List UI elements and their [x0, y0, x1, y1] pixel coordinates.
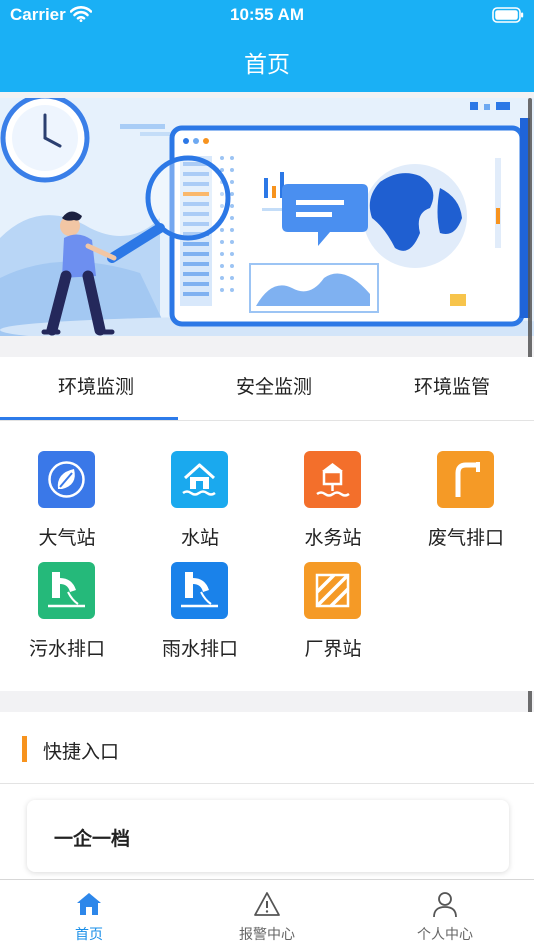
status-bar: Carrier 10:55 AM	[0, 0, 534, 30]
station-label: 厂界站	[304, 638, 362, 660]
person-icon	[433, 892, 457, 918]
tabbar-home[interactable]: 首页	[0, 880, 178, 950]
section-accent-bar	[22, 736, 27, 762]
station-label: 水站	[180, 527, 219, 549]
quick-entry-section: 快捷入口 一企一档	[0, 712, 534, 880]
battery-icon	[492, 7, 524, 23]
station-label: 废气排口	[427, 527, 504, 549]
water-house-icon	[171, 451, 228, 508]
station-label: 水务站	[304, 527, 362, 549]
leaf-icon	[38, 451, 95, 508]
station-boundary[interactable]: 厂界站	[266, 562, 400, 662]
station-exhaust-outlet[interactable]: 废气排口	[399, 451, 533, 551]
tab-environment-monitoring[interactable]: 环境监测	[7, 357, 185, 417]
tabbar-personal-center[interactable]: 个人中心	[356, 880, 534, 950]
water-affairs-icon	[304, 451, 361, 508]
app-header: Carrier 10:55 AM 首页	[0, 0, 534, 92]
banner-illustration	[0, 98, 534, 336]
station-water[interactable]: 水站	[133, 451, 267, 551]
tabbar-label: 个人中心	[417, 927, 473, 943]
bottom-tab-bar: 首页 报警中心 个人中心	[0, 879, 534, 950]
section-title: 快捷入口	[43, 741, 120, 763]
section-divider	[0, 783, 534, 784]
home-icon	[77, 893, 101, 915]
tab-environment-supervision[interactable]: 环境监管	[363, 357, 534, 417]
monitoring-illustration	[0, 98, 534, 336]
quick-entry-card[interactable]: 一企一档	[27, 800, 509, 872]
tabbar-label: 报警中心	[239, 927, 295, 943]
card-title: 一企一档	[54, 828, 131, 850]
tabbar-label: 首页	[75, 927, 103, 943]
tabbar-alarm-center[interactable]: 报警中心	[178, 880, 356, 950]
status-time: 10:55 AM	[229, 5, 304, 24]
exhaust-pipe-icon	[437, 451, 494, 508]
rain-outlet-icon	[171, 562, 228, 619]
monitor-tabs: 环境监测 安全监测 环境监管	[0, 357, 534, 421]
station-label: 大气站	[38, 527, 96, 549]
station-air[interactable]: 大气站	[0, 451, 134, 551]
station-water-affairs[interactable]: 水务站	[266, 451, 400, 551]
warning-icon	[254, 892, 280, 916]
page-title: 首页	[244, 52, 290, 78]
station-grid: 大气站 水站 水务站 废气排口 污水排口 雨水排口 厂界站	[0, 421, 534, 691]
station-label: 污水排口	[28, 638, 105, 660]
station-label: 雨水排口	[161, 638, 238, 660]
boundary-icon	[304, 562, 361, 619]
sewage-outlet-icon	[38, 562, 95, 619]
station-sewage-outlet[interactable]: 污水排口	[0, 562, 134, 662]
tab-safety-monitoring[interactable]: 安全监测	[185, 357, 363, 417]
station-rain-outlet[interactable]: 雨水排口	[133, 562, 267, 662]
